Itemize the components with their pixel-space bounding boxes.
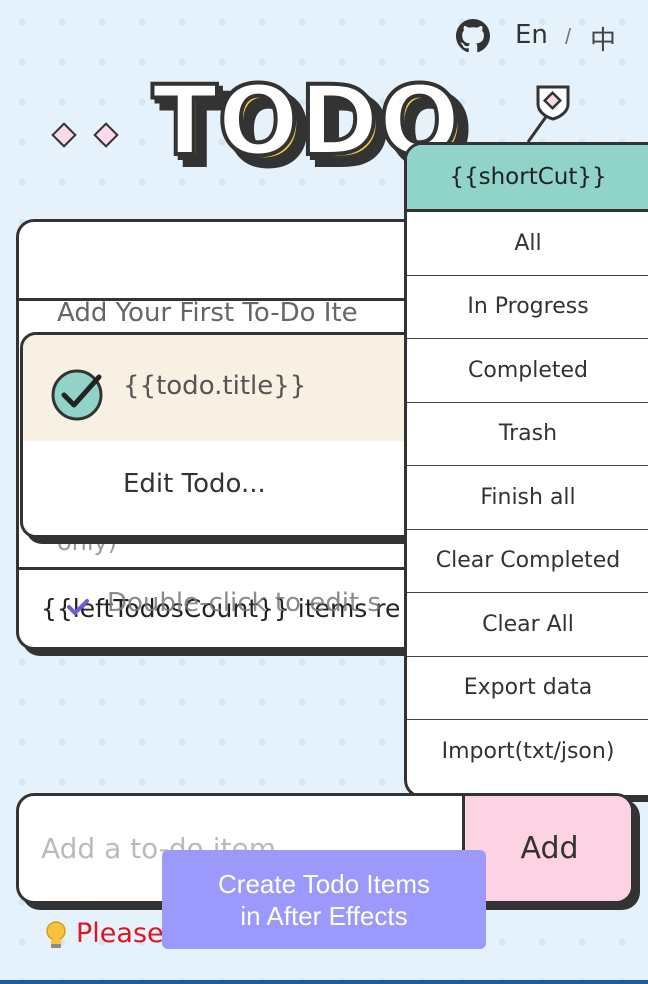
ae-button-line-2: in After Effects: [240, 900, 408, 931]
menu-item-in-progress[interactable]: In Progress: [407, 276, 648, 339]
double-click-hint: Double-click to edit s: [107, 588, 381, 618]
add-button[interactable]: Add: [462, 796, 631, 901]
window-bottom-edge: [0, 980, 648, 984]
menu-item-clear-completed[interactable]: Clear Completed: [407, 530, 648, 593]
github-icon[interactable]: [456, 19, 490, 53]
edit-todo-button[interactable]: Edit Todo...: [123, 469, 266, 499]
lightbulb-icon: [44, 920, 68, 950]
language-english-link[interactable]: En: [515, 20, 548, 50]
checkmark-icon: [67, 598, 89, 616]
todo-item[interactable]: {{todo.title}}: [23, 335, 443, 441]
create-in-after-effects-button[interactable]: Create Todo Items in After Effects: [162, 850, 486, 949]
menu-item-completed[interactable]: Completed: [407, 339, 648, 403]
menu-item-all[interactable]: All: [407, 212, 648, 276]
empty-hint-text: Add Your First To-Do Ite: [57, 298, 358, 328]
menu-item-trash[interactable]: Trash: [407, 403, 648, 466]
todo-title: {{todo.title}}: [123, 371, 307, 401]
menu-item-export-data[interactable]: Export data: [407, 657, 648, 720]
tip-text: Please: [76, 918, 164, 949]
menu-item-finish-all[interactable]: Finish all: [407, 466, 648, 530]
diamond-decoration-icon: [93, 122, 119, 148]
diamond-decoration-icon: [51, 122, 77, 148]
check-circle-icon[interactable]: [49, 365, 105, 421]
menu-item-clear-all[interactable]: Clear All: [407, 593, 648, 657]
language-chinese-link[interactable]: 中: [590, 20, 616, 57]
shortcut-menu: {{shortCut}} All In Progress Completed T…: [404, 142, 648, 798]
todo-item-popup: {{todo.title}} Edit Todo...: [20, 332, 446, 538]
shortcut-menu-header[interactable]: {{shortCut}}: [407, 145, 648, 212]
menu-item-import[interactable]: Import(txt/json): [407, 720, 648, 784]
language-separator: /: [565, 24, 572, 49]
ae-button-line-1: Create Todo Items: [218, 868, 430, 899]
